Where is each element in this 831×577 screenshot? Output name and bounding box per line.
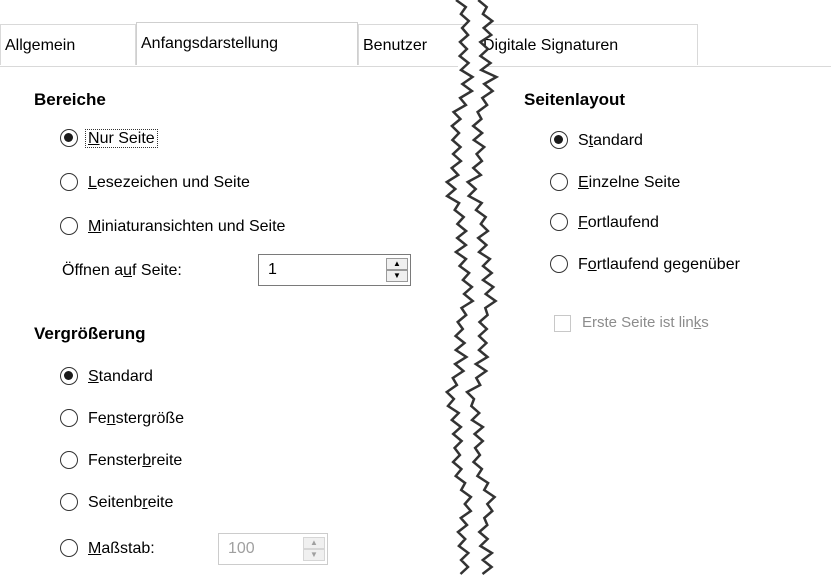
- open-on-page-value[interactable]: 1: [268, 255, 277, 285]
- tab-bar-left: Allgemein Anfangsdarstellung Benutzer: [0, 22, 478, 67]
- radio-button-checked[interactable]: [60, 367, 78, 385]
- torn-edge-divider: [444, 0, 500, 575]
- radio-button[interactable]: [60, 539, 78, 557]
- radio-button-checked[interactable]: [550, 131, 568, 149]
- radio-button[interactable]: [550, 213, 568, 231]
- radio-button[interactable]: [550, 255, 568, 273]
- radio-button[interactable]: [550, 173, 568, 191]
- spin-up-icon[interactable]: ▲: [386, 258, 408, 270]
- radio-button[interactable]: [60, 409, 78, 427]
- massstab-spinbox[interactable]: 100 ▲ ▼: [218, 533, 328, 565]
- radio-button-checked[interactable]: [60, 129, 78, 147]
- spin-down-icon[interactable]: ▼: [303, 549, 325, 561]
- vergroesserung-heading: Vergrößerung: [34, 324, 146, 343]
- spin-down-icon[interactable]: ▼: [386, 270, 408, 282]
- open-on-page-spinbox[interactable]: 1 ▲ ▼: [258, 254, 411, 286]
- tab-allgemein[interactable]: Allgemein: [0, 24, 136, 65]
- radio-button[interactable]: [60, 493, 78, 511]
- radio-button[interactable]: [60, 173, 78, 191]
- spin-up-icon[interactable]: ▲: [303, 537, 325, 549]
- tab-bar-right: Digitale Signaturen: [478, 24, 831, 67]
- tab-anfangsdarstellung[interactable]: Anfangsdarstellung: [136, 22, 358, 65]
- seitenlayout-heading: Seitenlayout: [524, 90, 626, 109]
- radio-button[interactable]: [60, 217, 78, 235]
- checkbox-box[interactable]: [554, 315, 571, 332]
- radio-button[interactable]: [60, 451, 78, 469]
- open-on-page-label: Öffnen auf Seite:: [62, 262, 182, 279]
- massstab-value[interactable]: 100: [228, 534, 255, 564]
- bereiche-heading: Bereiche: [34, 90, 106, 109]
